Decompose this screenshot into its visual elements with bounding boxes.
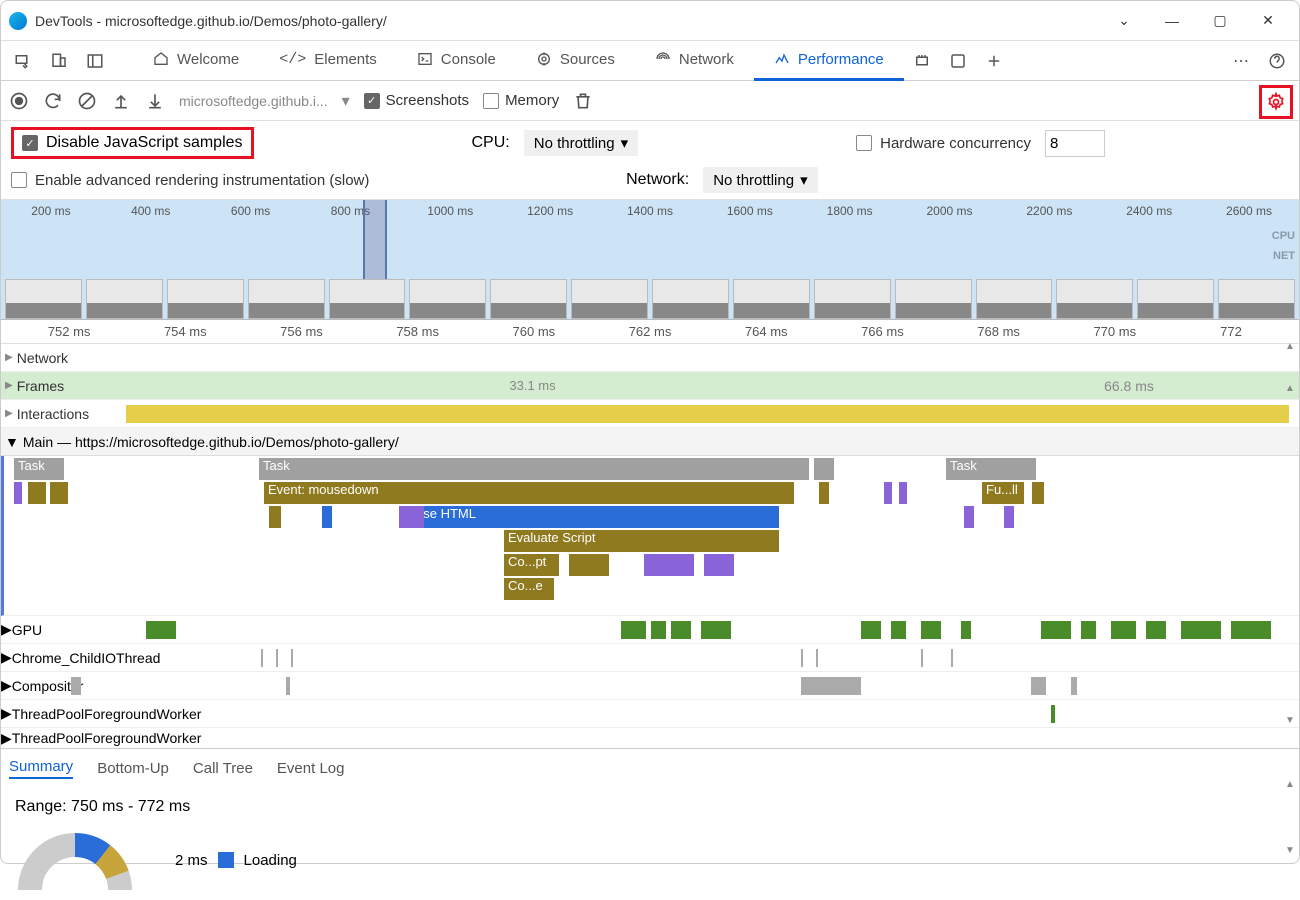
- frame-time-2: 66.8 ms: [959, 378, 1299, 394]
- loading-color-swatch: [218, 852, 234, 868]
- window-title: DevTools - microsoftedge.github.io/Demos…: [35, 13, 1101, 29]
- tab-sources[interactable]: Sources: [516, 41, 635, 81]
- flame-task[interactable]: Task: [946, 458, 1036, 480]
- tab-network[interactable]: Network: [635, 41, 754, 81]
- track-network[interactable]: ▶Network: [1, 344, 1299, 372]
- perf-toolbar: microsoftedge.github.i... ▾ Screenshots …: [1, 81, 1299, 121]
- capture-settings: Disable JavaScript samples CPU: No throt…: [1, 121, 1299, 200]
- dock-icon[interactable]: [77, 43, 113, 79]
- more-icon[interactable]: ⋯: [1223, 43, 1259, 79]
- track-gpu[interactable]: ▶GPU: [1, 616, 1299, 644]
- tab-performance[interactable]: Performance: [754, 41, 904, 81]
- chevron-down-icon[interactable]: ⌄: [1101, 5, 1147, 37]
- close-button[interactable]: ✕: [1245, 5, 1291, 37]
- app-tool-icon[interactable]: [940, 43, 976, 79]
- scroll-down-icon[interactable]: ▼: [1283, 713, 1297, 727]
- frame-time-1: 33.1 ms: [126, 378, 939, 393]
- disable-js-samples-checkbox[interactable]: Disable JavaScript samples: [11, 127, 254, 159]
- settings-icon[interactable]: [1259, 85, 1293, 119]
- enable-advanced-checkbox[interactable]: Enable advanced rendering instrumentatio…: [11, 172, 369, 189]
- app-icon: [9, 12, 27, 30]
- summary-panel: Range: 750 ms - 772 ms 2 ms Loading: [1, 788, 1299, 900]
- legend-loading: 2 ms Loading: [175, 852, 297, 869]
- details-tabs: Summary Bottom-Up Call Tree Event Log: [1, 748, 1299, 788]
- recording-url[interactable]: microsoftedge.github.i...: [179, 93, 328, 109]
- scroll-up-icon[interactable]: ▲: [1283, 381, 1297, 395]
- hardware-concurrency-input[interactable]: [1045, 130, 1105, 157]
- track-main-header[interactable]: ▼Main — https://microsoftedge.github.io/…: [1, 428, 1299, 456]
- network-throttle-dropdown[interactable]: No throttling▾: [703, 167, 817, 193]
- titlebar: DevTools - microsoftedge.github.io/Demos…: [1, 1, 1299, 41]
- tab-label: Sources: [560, 51, 615, 68]
- memory-tool-icon[interactable]: [904, 43, 940, 79]
- track-compositor[interactable]: ▶Compositor: [1, 672, 1299, 700]
- scroll-down-icon[interactable]: ▼: [1283, 843, 1297, 857]
- track-worker[interactable]: ▶ThreadPoolForegroundWorker: [1, 700, 1299, 728]
- tab-bottomup[interactable]: Bottom-Up: [97, 760, 169, 777]
- download-icon[interactable]: [145, 91, 165, 111]
- device-icon[interactable]: [41, 43, 77, 79]
- flame-compile[interactable]: Co...e: [504, 578, 554, 600]
- net-label: NET: [1273, 250, 1295, 262]
- tab-eventlog[interactable]: Event Log: [277, 760, 345, 777]
- upload-icon[interactable]: [111, 91, 131, 111]
- summary-donut: [15, 830, 135, 890]
- panel-tabs: Welcome </>Elements Console Sources Netw…: [1, 41, 1299, 81]
- cpu-label: CPU:: [472, 134, 510, 152]
- clear-icon[interactable]: [77, 91, 97, 111]
- track-interactions[interactable]: ▶Interactions: [1, 400, 1299, 428]
- flame-eval-script[interactable]: Evaluate Script: [504, 530, 779, 552]
- flame-compile[interactable]: Co...pt: [504, 554, 559, 576]
- reload-icon[interactable]: [43, 91, 63, 111]
- tab-label: Performance: [798, 51, 884, 68]
- trash-icon[interactable]: [573, 91, 593, 111]
- flame-function[interactable]: Fu...ll: [982, 482, 1024, 504]
- add-tab-icon[interactable]: [976, 43, 1012, 79]
- flame-chart[interactable]: Task Task Event: mousedown Parse HTML Ev…: [1, 456, 1299, 616]
- track-frames[interactable]: ▶Frames 33.1 ms 66.8 ms: [1, 372, 1299, 400]
- minimize-button[interactable]: —: [1149, 5, 1195, 37]
- help-icon[interactable]: [1259, 43, 1295, 79]
- screenshots-checkbox[interactable]: Screenshots: [364, 92, 469, 109]
- network-label: Network:: [626, 171, 689, 189]
- tab-console[interactable]: Console: [397, 41, 516, 81]
- overview-ticks: 200 ms400 ms600 ms800 ms1000 ms1200 ms14…: [1, 200, 1299, 220]
- memory-checkbox[interactable]: Memory: [483, 92, 559, 109]
- flame-task[interactable]: Task: [259, 458, 809, 480]
- track-childio[interactable]: ▶Chrome_ChildIOThread: [1, 644, 1299, 672]
- cpu-throttle-dropdown[interactable]: No throttling▾: [524, 130, 638, 156]
- interaction-bar[interactable]: [126, 405, 1289, 423]
- detail-ruler: 752 ms754 ms756 ms758 ms760 ms762 ms764 …: [1, 320, 1299, 344]
- hardware-concurrency-checkbox[interactable]: Hardware concurrency: [856, 135, 1031, 152]
- screenshot-strip: [1, 279, 1299, 319]
- maximize-button[interactable]: ▢: [1197, 5, 1243, 37]
- inspect-icon[interactable]: [5, 43, 41, 79]
- tab-label: Welcome: [177, 51, 239, 68]
- flame-event[interactable]: Event: mousedown: [264, 482, 794, 504]
- timeline-overview[interactable]: 200 ms400 ms600 ms800 ms1000 ms1200 ms14…: [1, 200, 1299, 320]
- record-icon[interactable]: [9, 91, 29, 111]
- track-worker[interactable]: ▶ThreadPoolForegroundWorker: [1, 728, 1299, 748]
- scroll-up-icon[interactable]: ▲: [1283, 777, 1297, 791]
- range-text: Range: 750 ms - 772 ms: [15, 798, 1285, 816]
- tab-label: Network: [679, 51, 734, 68]
- tab-welcome[interactable]: Welcome: [133, 41, 259, 81]
- tab-label: Console: [441, 51, 496, 68]
- tab-summary[interactable]: Summary: [9, 758, 73, 779]
- tab-calltree[interactable]: Call Tree: [193, 760, 253, 777]
- flame-task[interactable]: Task: [14, 458, 64, 480]
- tab-elements[interactable]: </>Elements: [259, 41, 397, 81]
- cpu-label: CPU: [1272, 230, 1295, 242]
- flame-parse-html[interactable]: Parse HTML: [399, 506, 779, 528]
- tab-label: Elements: [314, 51, 377, 68]
